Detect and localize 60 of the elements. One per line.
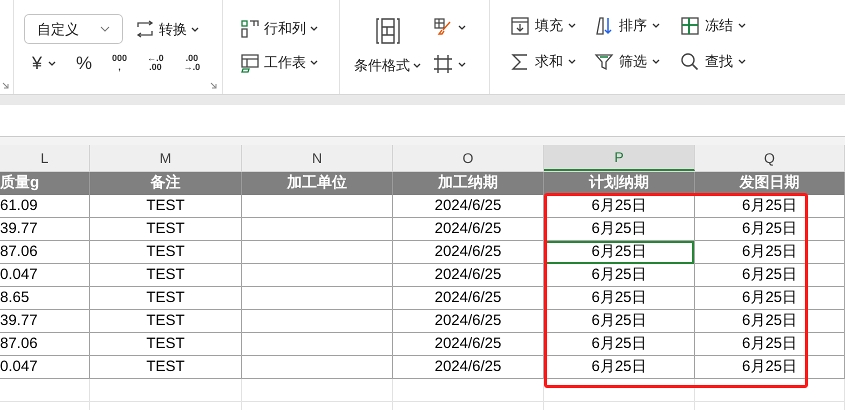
- worksheet-icon: [240, 52, 260, 72]
- filter-icon: [594, 52, 614, 72]
- conditional-format-icon: [374, 17, 400, 45]
- toolbar-button[interactable]: 冻结: [680, 15, 770, 36]
- toolbar-button[interactable]: 查找: [680, 51, 770, 72]
- button-bottom-text: .00: [149, 63, 162, 72]
- toolbar-button[interactable]: 排序: [594, 15, 680, 36]
- caret-icon: [413, 63, 421, 68]
- caret-icon: [458, 24, 466, 30]
- table-cell[interactable]: 6月25日: [544, 241, 695, 264]
- chevron-icon: [100, 26, 110, 32]
- caret-icon: [652, 59, 660, 64]
- column-header[interactable]: M: [90, 145, 242, 171]
- caret-icon: [458, 62, 466, 66]
- sigma-icon: [510, 52, 530, 72]
- caret-icon: [568, 23, 576, 28]
- number-format-button[interactable]: ←.0 .00: [147, 54, 164, 72]
- convert-icon: [135, 20, 155, 38]
- column-header[interactable]: N: [242, 145, 393, 171]
- column-header[interactable]: P: [544, 145, 695, 171]
- caret-icon: [48, 60, 56, 66]
- column-header[interactable]: Q: [695, 145, 845, 171]
- caret-icon: [738, 23, 746, 28]
- worksheet-button[interactable]: 工作表: [240, 52, 339, 73]
- number-format-button[interactable]: 000 ,: [112, 54, 128, 72]
- button-bottom-text: →.0: [184, 63, 200, 72]
- table-cell[interactable]: 6月25日: [544, 218, 695, 240]
- launcher-icon[interactable]: [210, 82, 217, 89]
- number-format-button[interactable]: .00 →.0: [184, 54, 200, 72]
- number-format-button[interactable]: %: [76, 54, 92, 72]
- button-bottom-text: ,: [118, 63, 121, 72]
- fill-down-icon: [510, 16, 530, 36]
- column-header[interactable]: L: [0, 145, 90, 171]
- toolbar-button[interactable]: 求和: [510, 51, 594, 72]
- sort-icon: [594, 16, 614, 36]
- borders-button[interactable]: [433, 54, 466, 74]
- borders-icon: [433, 54, 453, 74]
- caret-icon: [738, 59, 746, 64]
- button-top-text: .00: [186, 54, 198, 63]
- freeze-panes-icon: [680, 16, 700, 36]
- toolbar-button[interactable]: 筛选: [594, 51, 680, 72]
- search-icon: [680, 52, 700, 72]
- launcher-icon[interactable]: [2, 82, 9, 89]
- number-format-dropdown[interactable]: 自定义: [24, 14, 123, 44]
- number-format-button[interactable]: ¥: [32, 54, 56, 72]
- caret-icon: [568, 59, 576, 64]
- button-top-text: 000: [112, 54, 128, 63]
- rows-columns-button[interactable]: 行和列: [240, 18, 339, 39]
- button-top-text: ←.0: [147, 54, 164, 63]
- caret-icon: [310, 26, 318, 31]
- grid-brush-icon: [433, 17, 453, 37]
- cell-style-button[interactable]: [433, 17, 466, 37]
- table-header-cell: 计划纳期: [544, 172, 695, 195]
- caret-icon: [310, 60, 318, 65]
- convert-button[interactable]: 转换: [135, 18, 199, 40]
- conditional-format-button[interactable]: 条件格式: [354, 17, 421, 76]
- rows-columns-icon: [240, 18, 260, 38]
- caret-icon: [652, 23, 660, 28]
- caret-icon: [191, 26, 199, 32]
- toolbar-button[interactable]: 填充: [510, 15, 594, 36]
